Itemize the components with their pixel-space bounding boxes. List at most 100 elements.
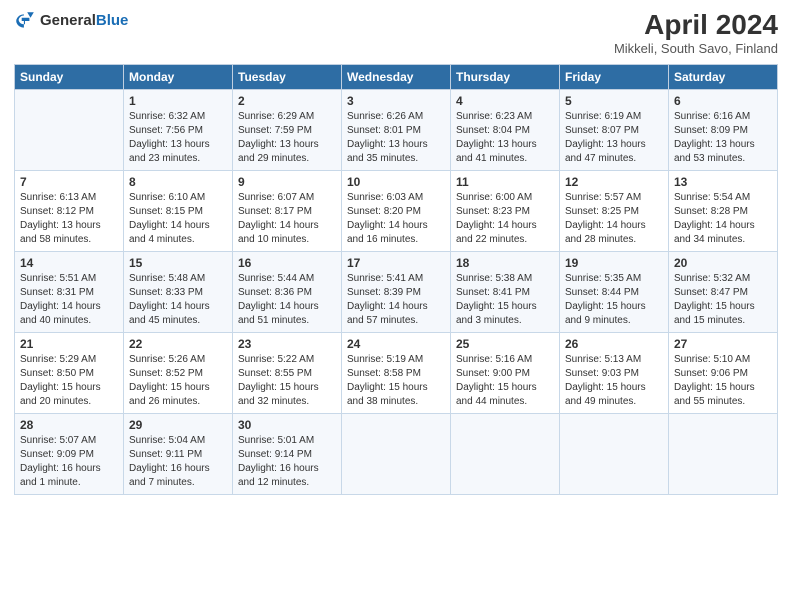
day-number: 4 bbox=[456, 94, 554, 108]
day-info: Sunrise: 5:51 AM Sunset: 8:31 PM Dayligh… bbox=[20, 272, 118, 328]
week-row-3: 14 Sunrise: 5:51 AM Sunset: 8:31 PM Dayli… bbox=[15, 251, 778, 332]
logo: GeneralBlue bbox=[14, 10, 128, 32]
day-info: Sunrise: 5:10 AM Sunset: 9:06 PM Dayligh… bbox=[674, 353, 772, 409]
day-number: 16 bbox=[238, 256, 336, 270]
calendar-cell: 21 Sunrise: 5:29 AM Sunset: 8:50 PM Dayli… bbox=[15, 332, 124, 413]
logo-blue: Blue bbox=[96, 12, 129, 29]
calendar-cell: 2 Sunrise: 6:29 AM Sunset: 7:59 PM Daylig… bbox=[233, 89, 342, 170]
week-row-5: 28 Sunrise: 5:07 AM Sunset: 9:09 PM Dayli… bbox=[15, 413, 778, 494]
day-info: Sunrise: 5:35 AM Sunset: 8:44 PM Dayligh… bbox=[565, 272, 663, 328]
day-info: Sunrise: 5:01 AM Sunset: 9:14 PM Dayligh… bbox=[238, 434, 336, 490]
calendar-cell: 30 Sunrise: 5:01 AM Sunset: 9:14 PM Dayli… bbox=[233, 413, 342, 494]
day-number: 19 bbox=[565, 256, 663, 270]
day-number: 7 bbox=[20, 175, 118, 189]
day-info: Sunrise: 5:29 AM Sunset: 8:50 PM Dayligh… bbox=[20, 353, 118, 409]
calendar-cell: 4 Sunrise: 6:23 AM Sunset: 8:04 PM Daylig… bbox=[451, 89, 560, 170]
calendar-cell: 28 Sunrise: 5:07 AM Sunset: 9:09 PM Dayli… bbox=[15, 413, 124, 494]
calendar-cell: 5Sunrise: 6:19 AM Sunset: 8:07 PM Daylig… bbox=[560, 89, 669, 170]
day-number: 27 bbox=[674, 337, 772, 351]
day-number: 3 bbox=[347, 94, 445, 108]
week-row-2: 7Sunrise: 6:13 AM Sunset: 8:12 PM Daylig… bbox=[15, 170, 778, 251]
day-number: 15 bbox=[129, 256, 227, 270]
day-number: 25 bbox=[456, 337, 554, 351]
day-info: Sunrise: 6:07 AM Sunset: 8:17 PM Dayligh… bbox=[238, 191, 336, 247]
day-number: 22 bbox=[129, 337, 227, 351]
calendar-cell: 18 Sunrise: 5:38 AM Sunset: 8:41 PM Dayli… bbox=[451, 251, 560, 332]
col-header-monday: Monday bbox=[124, 64, 233, 89]
day-info: Sunrise: 6:10 AM Sunset: 8:15 PM Dayligh… bbox=[129, 191, 227, 247]
day-number: 18 bbox=[456, 256, 554, 270]
calendar-cell bbox=[560, 413, 669, 494]
day-number: 13 bbox=[674, 175, 772, 189]
calendar-cell: 27 Sunrise: 5:10 AM Sunset: 9:06 PM Dayli… bbox=[669, 332, 778, 413]
calendar-cell: 1Sunrise: 6:32 AM Sunset: 7:56 PM Daylig… bbox=[124, 89, 233, 170]
day-number: 2 bbox=[238, 94, 336, 108]
calendar-cell: 11 Sunrise: 6:00 AM Sunset: 8:23 PM Dayli… bbox=[451, 170, 560, 251]
week-row-1: 1Sunrise: 6:32 AM Sunset: 7:56 PM Daylig… bbox=[15, 89, 778, 170]
day-number: 14 bbox=[20, 256, 118, 270]
calendar-header: SundayMondayTuesdayWednesdayThursdayFrid… bbox=[15, 64, 778, 89]
day-info: Sunrise: 5:48 AM Sunset: 8:33 PM Dayligh… bbox=[129, 272, 227, 328]
day-info: Sunrise: 5:19 AM Sunset: 8:58 PM Dayligh… bbox=[347, 353, 445, 409]
calendar-cell: 19 Sunrise: 5:35 AM Sunset: 8:44 PM Dayli… bbox=[560, 251, 669, 332]
logo-general: General bbox=[40, 12, 96, 29]
calendar-cell: 9 Sunrise: 6:07 AM Sunset: 8:17 PM Daylig… bbox=[233, 170, 342, 251]
calendar-cell bbox=[669, 413, 778, 494]
day-info: Sunrise: 5:07 AM Sunset: 9:09 PM Dayligh… bbox=[20, 434, 118, 490]
calendar-cell: 26 Sunrise: 5:13 AM Sunset: 9:03 PM Dayli… bbox=[560, 332, 669, 413]
calendar-cell bbox=[15, 89, 124, 170]
day-number: 8 bbox=[129, 175, 227, 189]
calendar-cell: 3 Sunrise: 6:26 AM Sunset: 8:01 PM Daylig… bbox=[342, 89, 451, 170]
title-block: April 2024 Mikkeli, South Savo, Finland bbox=[614, 10, 778, 56]
calendar-table: SundayMondayTuesdayWednesdayThursdayFrid… bbox=[14, 64, 778, 495]
calendar-cell: 25 Sunrise: 5:16 AM Sunset: 9:00 PM Dayli… bbox=[451, 332, 560, 413]
day-info: Sunrise: 5:44 AM Sunset: 8:36 PM Dayligh… bbox=[238, 272, 336, 328]
day-number: 20 bbox=[674, 256, 772, 270]
calendar-cell: 7Sunrise: 6:13 AM Sunset: 8:12 PM Daylig… bbox=[15, 170, 124, 251]
calendar-body: 1Sunrise: 6:32 AM Sunset: 7:56 PM Daylig… bbox=[15, 89, 778, 494]
day-number: 5 bbox=[565, 94, 663, 108]
day-number: 26 bbox=[565, 337, 663, 351]
calendar-cell bbox=[451, 413, 560, 494]
day-info: Sunrise: 5:16 AM Sunset: 9:00 PM Dayligh… bbox=[456, 353, 554, 409]
day-info: Sunrise: 6:23 AM Sunset: 8:04 PM Dayligh… bbox=[456, 110, 554, 166]
col-header-saturday: Saturday bbox=[669, 64, 778, 89]
day-number: 12 bbox=[565, 175, 663, 189]
day-info: Sunrise: 6:00 AM Sunset: 8:23 PM Dayligh… bbox=[456, 191, 554, 247]
day-info: Sunrise: 5:38 AM Sunset: 8:41 PM Dayligh… bbox=[456, 272, 554, 328]
calendar-cell: 13Sunrise: 5:54 AM Sunset: 8:28 PM Dayli… bbox=[669, 170, 778, 251]
day-info: Sunrise: 6:29 AM Sunset: 7:59 PM Dayligh… bbox=[238, 110, 336, 166]
day-number: 23 bbox=[238, 337, 336, 351]
day-number: 9 bbox=[238, 175, 336, 189]
col-header-thursday: Thursday bbox=[451, 64, 560, 89]
day-number: 21 bbox=[20, 337, 118, 351]
day-info: Sunrise: 6:26 AM Sunset: 8:01 PM Dayligh… bbox=[347, 110, 445, 166]
day-info: Sunrise: 6:32 AM Sunset: 7:56 PM Dayligh… bbox=[129, 110, 227, 166]
col-header-sunday: Sunday bbox=[15, 64, 124, 89]
day-info: Sunrise: 5:57 AM Sunset: 8:25 PM Dayligh… bbox=[565, 191, 663, 247]
calendar-cell: 17Sunrise: 5:41 AM Sunset: 8:39 PM Dayli… bbox=[342, 251, 451, 332]
day-number: 24 bbox=[347, 337, 445, 351]
calendar-cell: 20 Sunrise: 5:32 AM Sunset: 8:47 PM Dayli… bbox=[669, 251, 778, 332]
col-header-wednesday: Wednesday bbox=[342, 64, 451, 89]
day-info: Sunrise: 6:16 AM Sunset: 8:09 PM Dayligh… bbox=[674, 110, 772, 166]
day-number: 30 bbox=[238, 418, 336, 432]
day-info: Sunrise: 5:32 AM Sunset: 8:47 PM Dayligh… bbox=[674, 272, 772, 328]
day-number: 11 bbox=[456, 175, 554, 189]
col-header-friday: Friday bbox=[560, 64, 669, 89]
page-container: GeneralBlue April 2024 Mikkeli, South Sa… bbox=[0, 0, 792, 503]
header-row: GeneralBlue April 2024 Mikkeli, South Sa… bbox=[14, 10, 778, 56]
calendar-cell: 22 Sunrise: 5:26 AM Sunset: 8:52 PM Dayli… bbox=[124, 332, 233, 413]
day-number: 28 bbox=[20, 418, 118, 432]
calendar-cell: 15 Sunrise: 5:48 AM Sunset: 8:33 PM Dayli… bbox=[124, 251, 233, 332]
calendar-cell: 12 Sunrise: 5:57 AM Sunset: 8:25 PM Dayli… bbox=[560, 170, 669, 251]
day-info: Sunrise: 5:13 AM Sunset: 9:03 PM Dayligh… bbox=[565, 353, 663, 409]
day-number: 17 bbox=[347, 256, 445, 270]
day-info: Sunrise: 5:26 AM Sunset: 8:52 PM Dayligh… bbox=[129, 353, 227, 409]
week-row-4: 21 Sunrise: 5:29 AM Sunset: 8:50 PM Dayli… bbox=[15, 332, 778, 413]
calendar-cell: 8 Sunrise: 6:10 AM Sunset: 8:15 PM Daylig… bbox=[124, 170, 233, 251]
calendar-cell bbox=[342, 413, 451, 494]
subtitle: Mikkeli, South Savo, Finland bbox=[614, 41, 778, 56]
calendar-cell: 29Sunrise: 5:04 AM Sunset: 9:11 PM Dayli… bbox=[124, 413, 233, 494]
col-header-tuesday: Tuesday bbox=[233, 64, 342, 89]
